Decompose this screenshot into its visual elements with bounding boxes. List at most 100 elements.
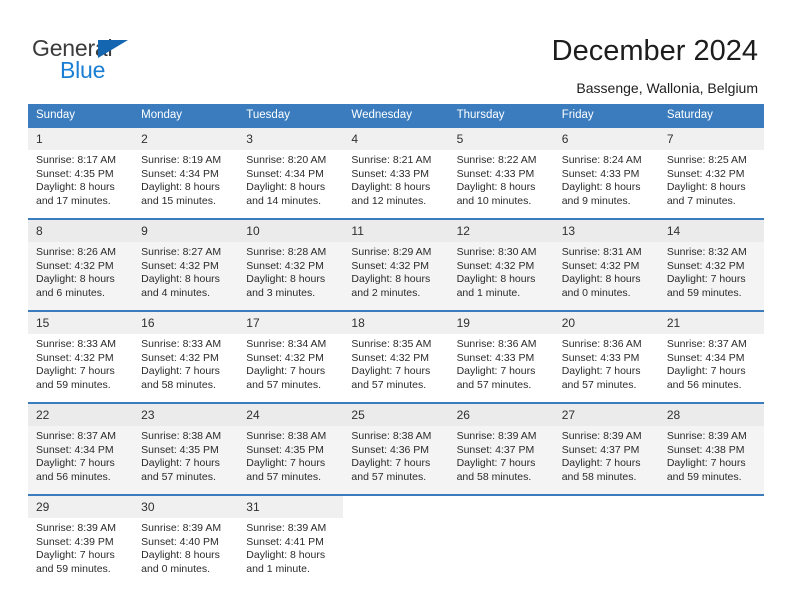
sunrise-text: Sunrise: 8:35 AM — [351, 338, 432, 350]
sunset-text: Sunset: 4:41 PM — [246, 535, 324, 548]
weekday-header-tuesday: Tuesday — [238, 104, 344, 127]
calendar-day-cell[interactable]: 9 Sunrise: 8:27 AM Sunset: 4:32 PM Daylight… — [133, 218, 239, 311]
sunrise-text: Sunrise: 8:32 AM — [666, 246, 747, 258]
calendar-day-cell[interactable]: 12 Sunrise: 8:30 AM Sunset: 4:32 PM Dayligh… — [448, 218, 554, 311]
daylight-text-line1: Daylight: 8 hours — [456, 181, 536, 194]
calendar-week-row: 22 Sunrise: 8:37 AM Sunset: 4:34 PM Dayligh… — [28, 402, 764, 495]
day-cell-inner: 18 Sunrise: 8:35 AM Sunset: 4:32 PM Dayligh… — [343, 312, 449, 402]
calendar-week-row: 1 Sunrise: 8:17 AM Sunset: 4:35 PM Daylight… — [28, 126, 764, 219]
calendar-day-cell[interactable]: 22 Sunrise: 8:37 AM Sunset: 4:34 PM Dayligh… — [28, 402, 134, 495]
day-details: Sunrise: 8:38 AM Sunset: 4:35 PM Daylight:… — [133, 426, 238, 484]
sunrise-text: Sunrise: 8:19 AM — [141, 154, 222, 166]
calendar-day-cell[interactable]: 28 Sunrise: 8:39 AM Sunset: 4:38 PM Dayligh… — [658, 402, 764, 495]
sunset-text: Sunset: 4:33 PM — [456, 351, 535, 364]
day-details: Sunrise: 8:33 AM Sunset: 4:32 PM Daylight:… — [133, 334, 238, 392]
calendar-day-cell[interactable]: 25 Sunrise: 8:38 AM Sunset: 4:36 PM Dayligh… — [343, 402, 449, 495]
day-number: 23 — [133, 404, 239, 426]
calendar-day-cell[interactable]: 26 Sunrise: 8:39 AM Sunset: 4:37 PM Dayligh… — [448, 402, 554, 495]
day-details: Sunrise: 8:38 AM Sunset: 4:36 PM Daylight:… — [343, 426, 448, 484]
sunset-text: Sunset: 4:33 PM — [351, 167, 430, 180]
calendar-day-cell[interactable]: 15 Sunrise: 8:33 AM Sunset: 4:32 PM Dayligh… — [28, 310, 134, 403]
daylight-text-line1: Daylight: 8 hours — [36, 181, 115, 194]
daylight-text-line2: and 10 minutes. — [456, 194, 532, 207]
calendar-day-cell[interactable]: 10 Sunrise: 8:28 AM Sunset: 4:32 PM Dayligh… — [238, 218, 344, 311]
calendar-day-cell[interactable]: 20 Sunrise: 8:36 AM Sunset: 4:33 PM Dayligh… — [553, 310, 659, 403]
day-number: 2 — [133, 128, 239, 150]
day-number: 14 — [658, 220, 764, 242]
day-number: 30 — [133, 496, 239, 518]
calendar-day-cell[interactable]: 7 Sunrise: 8:25 AM Sunset: 4:32 PM Daylight… — [658, 126, 764, 219]
daylight-text-line1: Daylight: 7 hours — [36, 457, 115, 470]
sunrise-text: Sunrise: 8:28 AM — [246, 246, 327, 258]
day-details: Sunrise: 8:31 AM Sunset: 4:32 PM Daylight:… — [554, 242, 659, 300]
calendar-day-cell[interactable]: 3 Sunrise: 8:20 AM Sunset: 4:34 PM Daylight… — [238, 126, 344, 219]
day-cell-inner: 23 Sunrise: 8:38 AM Sunset: 4:35 PM Dayligh… — [133, 404, 239, 494]
day-number: 1 — [28, 128, 134, 150]
calendar-day-cell[interactable]: 27 Sunrise: 8:39 AM Sunset: 4:37 PM Dayligh… — [553, 402, 659, 495]
calendar-day-cell[interactable]: 11 Sunrise: 8:29 AM Sunset: 4:32 PM Dayligh… — [343, 218, 449, 311]
calendar-day-cell[interactable]: 23 Sunrise: 8:38 AM Sunset: 4:35 PM Dayligh… — [133, 402, 239, 495]
sunset-text: Sunset: 4:32 PM — [246, 259, 324, 272]
daylight-text-line2: and 1 minute. — [456, 286, 521, 299]
weekday-header-thursday: Thursday — [448, 104, 554, 127]
calendar-day-cell[interactable]: 2 Sunrise: 8:19 AM Sunset: 4:34 PM Daylight… — [133, 126, 239, 219]
daylight-text-line2: and 59 minutes. — [666, 470, 742, 483]
calendar-day-cell[interactable]: 19 Sunrise: 8:36 AM Sunset: 4:33 PM Dayligh… — [448, 310, 554, 403]
calendar-day-cell[interactable]: 17 Sunrise: 8:34 AM Sunset: 4:32 PM Dayligh… — [238, 310, 344, 403]
day-cell-inner: 3 Sunrise: 8:20 AM Sunset: 4:34 PM Daylight… — [238, 128, 344, 218]
daylight-text-line2: and 2 minutes. — [351, 286, 421, 299]
day-number: 21 — [658, 312, 764, 334]
day-cell-inner: 12 Sunrise: 8:30 AM Sunset: 4:32 PM Dayligh… — [448, 220, 554, 310]
daylight-text-line1: Daylight: 8 hours — [351, 181, 431, 194]
day-cell-inner: 16 Sunrise: 8:33 AM Sunset: 4:32 PM Dayligh… — [133, 312, 239, 402]
calendar-day-cell[interactable]: 30 Sunrise: 8:39 AM Sunset: 4:40 PM Dayligh… — [133, 494, 239, 586]
weekday-header-wednesday: Wednesday — [343, 104, 449, 127]
calendar-day-cell[interactable]: 5 Sunrise: 8:22 AM Sunset: 4:33 PM Daylight… — [448, 126, 554, 219]
daylight-text-line1: Daylight: 7 hours — [141, 365, 220, 378]
day-details: Sunrise: 8:39 AM Sunset: 4:38 PM Daylight:… — [659, 426, 764, 484]
brand-logo[interactable]: General Blue — [32, 36, 172, 84]
calendar-day-cell[interactable]: 1 Sunrise: 8:17 AM Sunset: 4:35 PM Daylight… — [28, 126, 134, 219]
daylight-text-line2: and 57 minutes. — [351, 378, 427, 391]
calendar-day-cell[interactable]: 14 Sunrise: 8:32 AM Sunset: 4:32 PM Dayligh… — [658, 218, 764, 311]
sunset-text: Sunset: 4:35 PM — [141, 443, 219, 456]
sunset-text: Sunset: 4:32 PM — [666, 259, 745, 272]
sunrise-text: Sunrise: 8:20 AM — [246, 154, 327, 166]
calendar-day-cell[interactable]: 29 Sunrise: 8:39 AM Sunset: 4:39 PM Dayligh… — [28, 494, 134, 586]
day-details: Sunrise: 8:35 AM Sunset: 4:32 PM Daylight:… — [343, 334, 448, 392]
calendar-day-cell[interactable]: 13 Sunrise: 8:31 AM Sunset: 4:32 PM Dayligh… — [553, 218, 659, 311]
calendar-day-cell[interactable]: 4 Sunrise: 8:21 AM Sunset: 4:33 PM Daylight… — [343, 126, 449, 219]
day-cell-inner: 26 Sunrise: 8:39 AM Sunset: 4:37 PM Dayligh… — [448, 404, 554, 494]
calendar-day-cell[interactable]: 8 Sunrise: 8:26 AM Sunset: 4:32 PM Daylight… — [28, 218, 134, 311]
sunrise-text: Sunrise: 8:27 AM — [141, 246, 222, 258]
day-cell-inner: 15 Sunrise: 8:33 AM Sunset: 4:32 PM Dayligh… — [28, 312, 134, 402]
day-details: Sunrise: 8:24 AM Sunset: 4:33 PM Daylight:… — [554, 150, 659, 208]
daylight-text-line2: and 9 minutes. — [561, 194, 631, 207]
day-details: Sunrise: 8:37 AM Sunset: 4:34 PM Daylight:… — [28, 426, 133, 484]
daylight-text-line1: Daylight: 7 hours — [246, 365, 326, 378]
calendar-day-cell[interactable]: 6 Sunrise: 8:24 AM Sunset: 4:33 PM Daylight… — [553, 126, 659, 219]
day-details: Sunrise: 8:29 AM Sunset: 4:32 PM Daylight:… — [343, 242, 448, 300]
daylight-text-line2: and 57 minutes. — [246, 378, 321, 391]
daylight-text-line1: Daylight: 7 hours — [666, 365, 746, 378]
sunset-text: Sunset: 4:34 PM — [246, 167, 324, 180]
daylight-text-line1: Daylight: 7 hours — [351, 457, 431, 470]
sunset-text: Sunset: 4:33 PM — [561, 167, 640, 180]
calendar-day-cell[interactable]: 16 Sunrise: 8:33 AM Sunset: 4:32 PM Dayligh… — [133, 310, 239, 403]
page-subtitle: Bassenge, Wallonia, Belgium — [576, 80, 758, 96]
daylight-text-line2: and 58 minutes. — [456, 470, 532, 483]
sunset-text: Sunset: 4:39 PM — [36, 535, 114, 548]
daylight-text-line1: Daylight: 7 hours — [561, 365, 641, 378]
daylight-text-line2: and 57 minutes. — [351, 470, 427, 483]
day-cell-inner: 10 Sunrise: 8:28 AM Sunset: 4:32 PM Dayligh… — [238, 220, 344, 310]
calendar-day-cell[interactable]: 18 Sunrise: 8:35 AM Sunset: 4:32 PM Dayligh… — [343, 310, 449, 403]
daylight-text-line1: Daylight: 7 hours — [246, 457, 326, 470]
calendar-week-row: 29 Sunrise: 8:39 AM Sunset: 4:39 PM Dayligh… — [28, 494, 764, 586]
sunrise-text: Sunrise: 8:30 AM — [456, 246, 537, 258]
calendar-day-cell[interactable]: 24 Sunrise: 8:38 AM Sunset: 4:35 PM Dayligh… — [238, 402, 344, 495]
daylight-text-line2: and 56 minutes. — [666, 378, 742, 391]
calendar-day-cell[interactable]: 31 Sunrise: 8:39 AM Sunset: 4:41 PM Dayligh… — [238, 494, 344, 586]
day-cell-inner: 6 Sunrise: 8:24 AM Sunset: 4:33 PM Daylight… — [553, 128, 659, 218]
daylight-text-line1: Daylight: 8 hours — [246, 273, 326, 286]
calendar-day-cell[interactable]: 21 Sunrise: 8:37 AM Sunset: 4:34 PM Dayligh… — [658, 310, 764, 403]
